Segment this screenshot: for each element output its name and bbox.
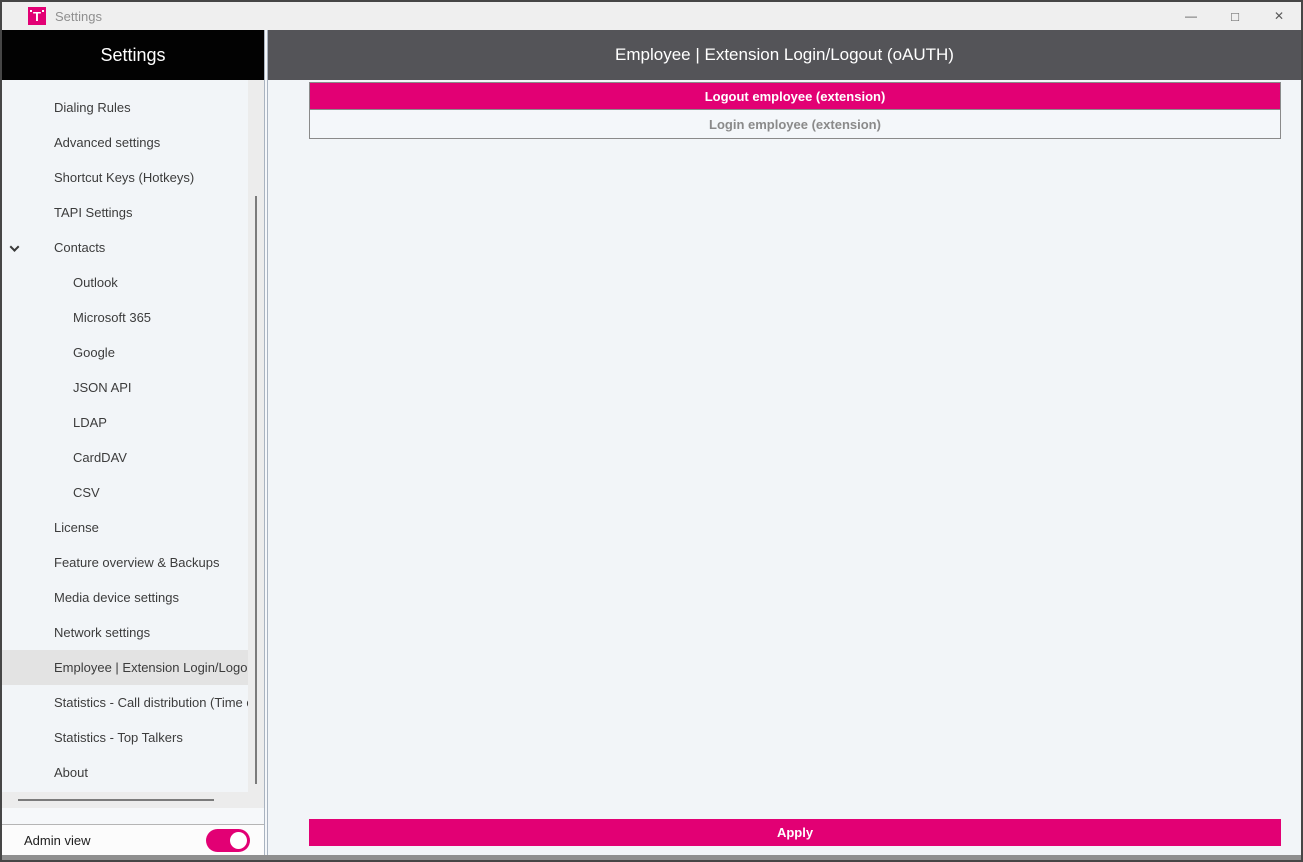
sidebar-item-carddav[interactable]: CardDAV [2, 440, 248, 475]
sidebar-item-statistics-call-distribution-time-of-day[interactable]: Statistics - Call distribution (Time of … [2, 685, 248, 720]
sidebar-item-dialing-rules[interactable]: Dialing Rules [2, 90, 248, 125]
window-resize-edge [2, 855, 1301, 860]
sidebar-item-feature-overview-backups[interactable]: Feature overview & Backups [2, 545, 248, 580]
sidebar-item-contacts[interactable]: Contacts [2, 230, 248, 265]
horizontal-scrollbar-thumb[interactable] [18, 799, 214, 801]
minimize-icon: — [1185, 9, 1197, 23]
sidebar-item-ldap[interactable]: LDAP [2, 405, 248, 440]
sidebar-item-about[interactable]: About [2, 755, 248, 790]
sidebar-item-statistics-top-talkers[interactable]: Statistics - Top Talkers [2, 720, 248, 755]
sidebar-item-network-settings[interactable]: Network settings [2, 615, 248, 650]
sidebar-item-label: Outlook [73, 275, 118, 290]
login-logout-button-group: Logout employee (extension) Login employ… [309, 82, 1281, 139]
vertical-scrollbar-thumb[interactable] [255, 196, 257, 784]
admin-view-bar: Admin view [2, 824, 264, 855]
app-body: Settings Dialing Rules Advanced settings S… [2, 30, 1301, 855]
sidebar-item-label: Microsoft 365 [73, 310, 152, 325]
content-area: Logout employee (extension) Login employ… [268, 80, 1301, 855]
apply-button[interactable]: Apply [309, 819, 1281, 846]
sidebar-item-label: License [54, 520, 99, 535]
sidebar-item-media-device-settings[interactable]: Media device settings [2, 580, 248, 615]
sidebar-item-label: Google [73, 345, 115, 360]
sidebar-scroll-area: Dialing Rules Advanced settings Shortcut K… [2, 80, 264, 792]
sidebar-nav: Dialing Rules Advanced settings Shortcut K… [2, 80, 248, 792]
main-panel: Employee | Extension Login/Logout (oAUTH… [268, 30, 1301, 855]
close-icon: ✕ [1273, 9, 1285, 23]
sidebar-item-label: Network settings [54, 625, 151, 640]
settings-window: T Settings — □ ✕ Settings Dialing Rules A… [0, 0, 1303, 862]
sidebar-item-label: LDAP [73, 415, 107, 430]
sidebar-item-label: JSON API [73, 380, 132, 395]
maximize-button[interactable]: □ [1213, 2, 1257, 30]
window-title: Settings [55, 8, 102, 24]
sidebar-item-shortcut-keys-hotkeys[interactable]: Shortcut Keys (Hotkeys) [2, 160, 248, 195]
login-employee-button[interactable]: Login employee (extension) [310, 109, 1280, 138]
logout-employee-button[interactable]: Logout employee (extension) [310, 83, 1280, 109]
chevron-down-icon [9, 241, 20, 252]
page-title: Employee | Extension Login/Logout (oAUTH… [268, 30, 1301, 80]
window-controls: — □ ✕ [1169, 2, 1301, 30]
minimize-button[interactable]: — [1169, 2, 1213, 30]
sidebar-item-tapi-settings[interactable]: TAPI Settings [2, 195, 248, 230]
sidebar-item-employee-extension-login-logout-oauth[interactable]: Employee | Extension Login/Logout (oAUTH… [2, 650, 248, 685]
sidebar-item-label: Shortcut Keys (Hotkeys) [54, 170, 195, 185]
sidebar-header: Settings [2, 30, 264, 80]
toggle-knob [230, 831, 247, 849]
telekom-logo-icon: T [28, 7, 46, 25]
sidebar-bottom-gap [2, 808, 264, 824]
sidebar-item-label: Statistics - Top Talkers [54, 730, 183, 745]
sidebar-item-label: Media device settings [54, 590, 180, 605]
sidebar-item-label: TAPI Settings [54, 205, 133, 220]
admin-view-label: Admin view [24, 832, 91, 848]
maximize-icon: □ [1231, 8, 1239, 24]
sidebar-item-label: CSV [73, 485, 100, 500]
sidebar-item-advanced-settings[interactable]: Advanced settings [2, 125, 248, 160]
close-button[interactable]: ✕ [1257, 2, 1301, 30]
sidebar-item-microsoft-365[interactable]: Microsoft 365 [2, 300, 248, 335]
sidebar: Settings Dialing Rules Advanced settings S… [2, 30, 264, 855]
sidebar-item-label: Advanced settings [54, 135, 161, 150]
sidebar-item-json-api[interactable]: JSON API [2, 370, 248, 405]
sidebar-item-csv[interactable]: CSV [2, 475, 248, 510]
titlebar: T Settings — □ ✕ [2, 2, 1301, 30]
sidebar-item-license[interactable]: License [2, 510, 248, 545]
sidebar-item-label: Statistics - Call distribution (Time of … [54, 695, 248, 710]
sidebar-item-google[interactable]: Google [2, 335, 248, 370]
sidebar-item-label: CardDAV [73, 450, 127, 465]
sidebar-item-label: Dialing Rules [54, 100, 131, 115]
sidebar-item-label: About [54, 765, 88, 780]
sidebar-item-label: Contacts [54, 240, 106, 255]
sidebar-item-label: Feature overview & Backups [54, 555, 220, 570]
sidebar-vertical-scrollbar[interactable] [248, 80, 264, 792]
admin-view-toggle[interactable] [206, 828, 250, 852]
telekom-logo-glyph: T [33, 8, 41, 24]
sidebar-item-label: Employee | Extension Login/Logout (oAUTH… [54, 660, 248, 675]
sidebar-item-outlook[interactable]: Outlook [2, 265, 248, 300]
sidebar-horizontal-scrollbar[interactable] [2, 792, 264, 808]
